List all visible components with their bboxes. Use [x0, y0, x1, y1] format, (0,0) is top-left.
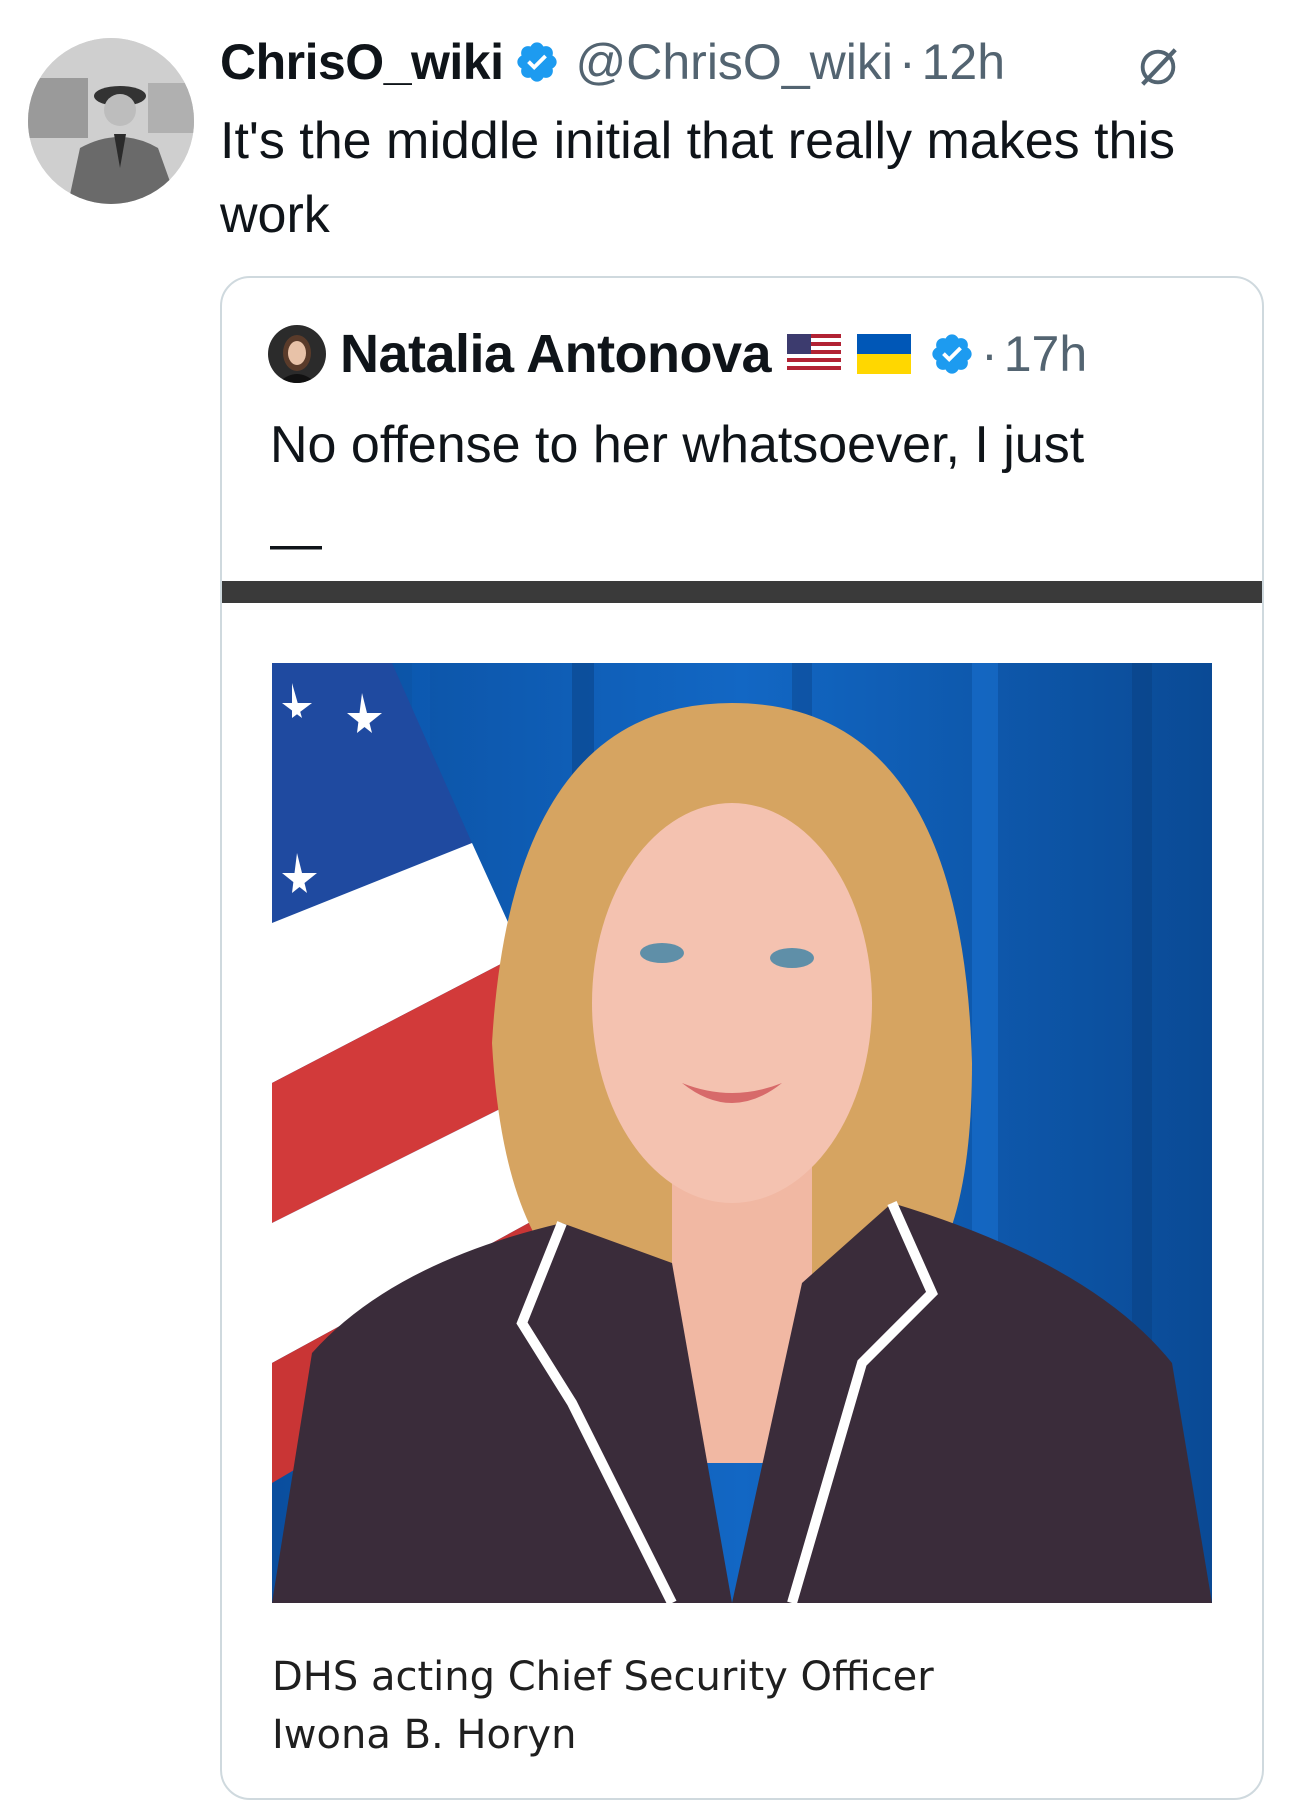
photo-caption: DHS acting Chief Security Officer Iwona …: [272, 1648, 1212, 1764]
tweet-header: ChrisO_wiki @ChrisO_wiki · 12h: [220, 32, 1005, 92]
tweet-timestamp[interactable]: 12h: [922, 33, 1005, 91]
tweet-text: It's the middle initial that really make…: [220, 112, 1175, 244]
quoted-author-avatar[interactable]: [268, 325, 326, 383]
quoted-tweet-header: Natalia Antonova · 17h: [268, 322, 1087, 386]
time-separator: ·: [898, 34, 916, 90]
image-top-border: [222, 581, 1262, 603]
us-flag-icon: [787, 334, 842, 374]
author-avatar[interactable]: [28, 38, 194, 204]
quoted-tweet-card[interactable]: Natalia Antonova · 17h No offense to her…: [220, 276, 1264, 1800]
quoted-tweet-text: No offense to her whatsoever, I just: [270, 416, 1085, 474]
grok-icon[interactable]: [1135, 44, 1181, 90]
ukraine-flag-icon: [857, 334, 912, 374]
author-display-name[interactable]: ChrisO_wiki: [220, 33, 504, 91]
quoted-tweet-dash: —: [270, 515, 322, 573]
time-separator: ·: [981, 326, 998, 382]
verified-badge-icon[interactable]: [929, 331, 975, 377]
author-handle[interactable]: @ChrisO_wiki: [576, 33, 893, 91]
caption-line-1: DHS acting Chief Security Officer: [272, 1654, 934, 1700]
quoted-tweet-timestamp[interactable]: 17h: [1004, 325, 1087, 383]
quoted-author-display-name[interactable]: Natalia Antonova: [340, 323, 772, 385]
quoted-tweet-photo[interactable]: [272, 663, 1212, 1603]
caption-line-2: Iwona B. Horyn: [272, 1712, 577, 1758]
verified-badge-icon[interactable]: [514, 39, 560, 85]
